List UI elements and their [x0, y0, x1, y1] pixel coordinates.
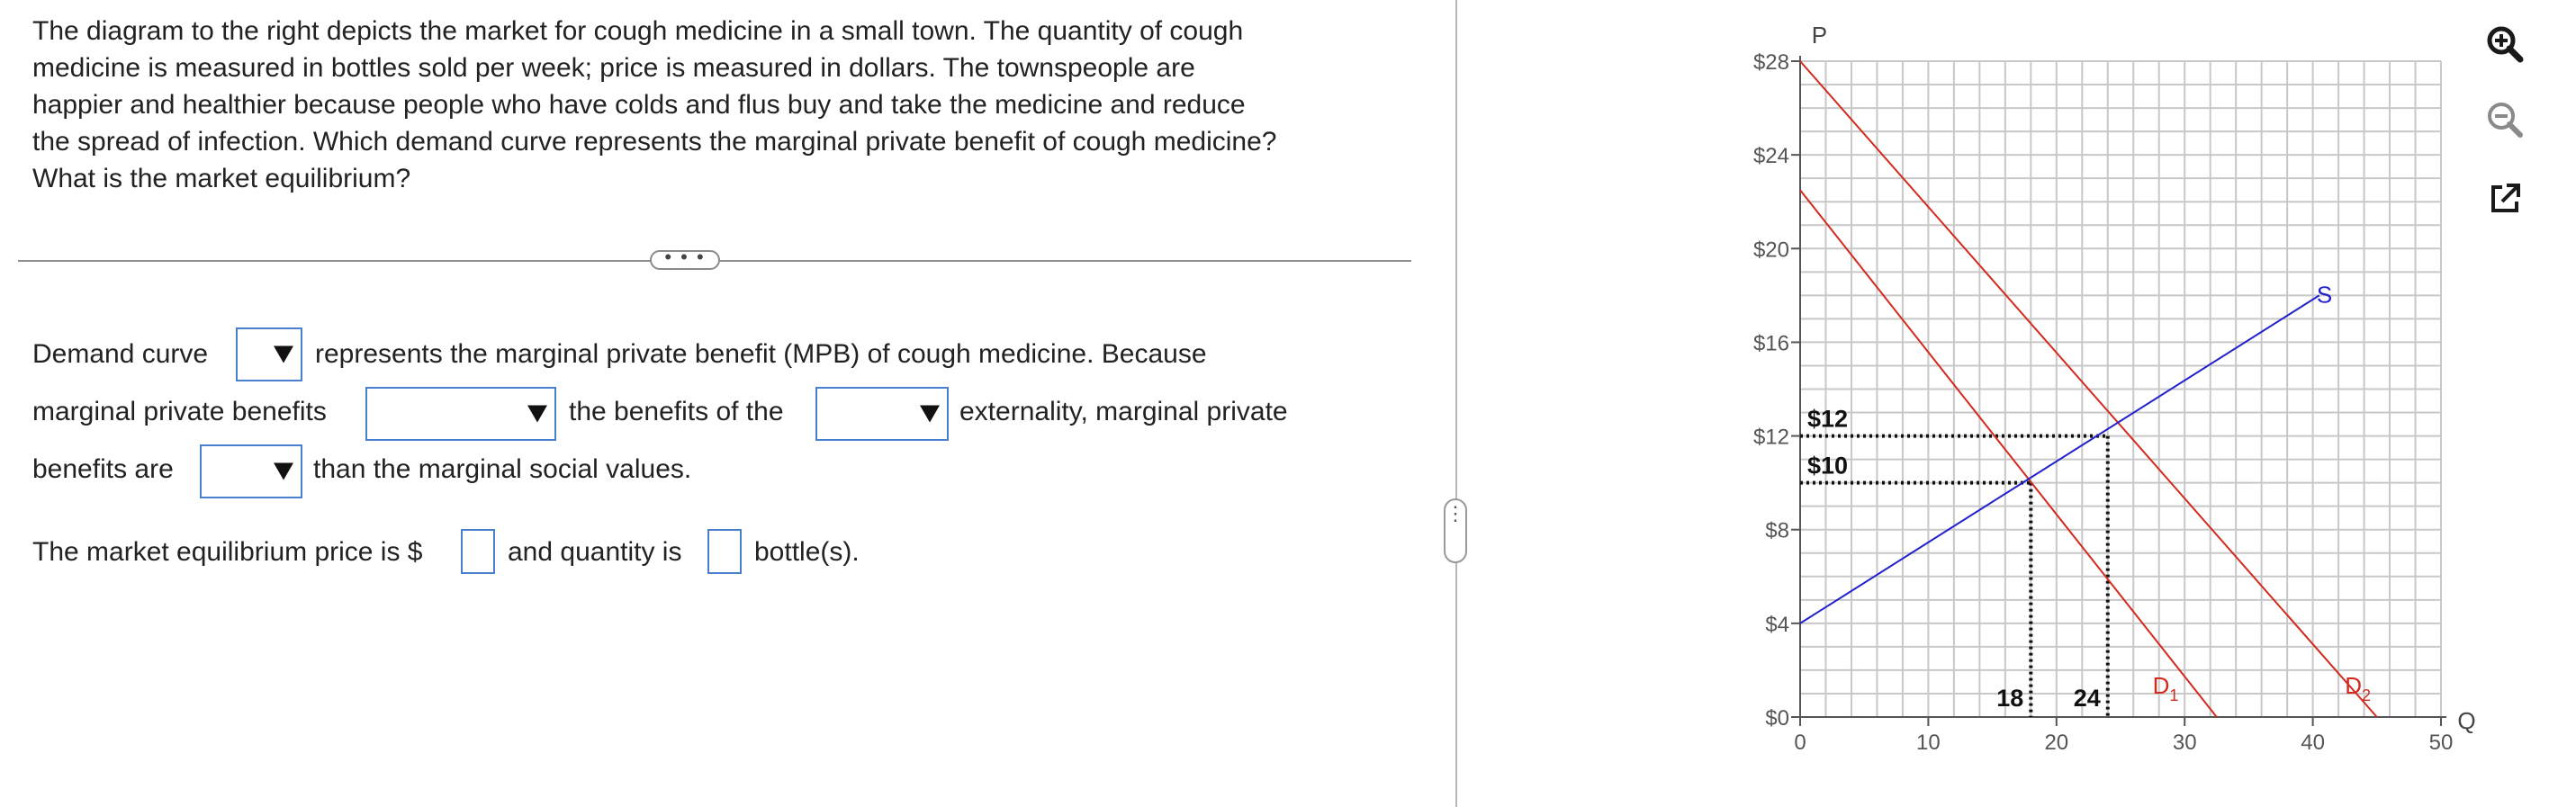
question-text: The diagram to the right depicts the mar…	[32, 13, 1419, 197]
zoom-out-icon	[2488, 103, 2523, 138]
answer-line4-prefix: The market equilibrium price is $	[32, 537, 423, 567]
mpb-comparison-dropdown[interactable]	[365, 387, 556, 441]
x-tick-label: 50	[2429, 731, 2454, 755]
external-link-icon	[2491, 184, 2520, 212]
y-tick-label: $28	[1753, 50, 1789, 75]
market-graph: $0 $4 $8 $12 $16 $20 $24 $28 0 10 20 30 40 50 P Q $12 24…	[1753, 22, 2476, 755]
x-axis-label: Q	[2457, 707, 2475, 734]
y-tick-label: $20	[1753, 238, 1789, 262]
question-pane: The diagram to the right depicts the mar…	[0, 0, 1449, 807]
quantity-guide-label: 24	[2074, 685, 2101, 712]
question-line: What is the market equilibrium?	[32, 164, 411, 193]
answer-line3-suffix: than the marginal social values.	[313, 454, 692, 484]
question-line: happier and healthier because people who…	[32, 90, 1246, 120]
graph-grid	[1799, 60, 2442, 718]
y-tick-label: $24	[1753, 144, 1789, 168]
y-axis-label: P	[1812, 22, 1827, 49]
y-tick-label: $4	[1765, 613, 1789, 637]
x-tick-label: 30	[2173, 731, 2197, 755]
curve-label-d2-subscript: 2	[2362, 686, 2371, 704]
x-tick-label: 10	[1916, 731, 1941, 755]
x-tick-label: 20	[2044, 731, 2068, 755]
externality-type-dropdown[interactable]	[815, 387, 949, 441]
divider-left	[18, 260, 651, 262]
curve-label-d1: D1	[2153, 672, 2179, 704]
answer-line2-middle: the benefits of the	[569, 397, 784, 426]
dropdown-arrow-icon	[274, 462, 293, 480]
zoom-out-button[interactable]	[2482, 97, 2527, 142]
price-guide-label: $12	[1807, 406, 1848, 433]
equilibrium-quantity-input[interactable]	[707, 529, 742, 574]
answer-line2-suffix: externality, marginal private	[959, 397, 1288, 426]
answer-line4-suffix: bottle(s).	[754, 537, 860, 567]
curve-label-d2: D2	[2345, 672, 2371, 704]
pane-splitter[interactable]	[1455, 0, 1457, 807]
answer-line3-prefix: benefits are	[32, 454, 174, 484]
greater-less-dropdown[interactable]	[200, 444, 302, 498]
y-tick-label: $12	[1753, 426, 1789, 450]
y-tick-label: $0	[1765, 706, 1789, 731]
curve-label-s: S	[2317, 281, 2332, 308]
answer-line2-prefix: marginal private benefits	[32, 397, 327, 426]
divider-right	[720, 260, 1411, 262]
y-tick-label: $8	[1765, 519, 1789, 543]
splitter-handle[interactable]: ⋮	[1444, 498, 1467, 563]
price-guide-label: $10	[1807, 453, 1848, 480]
equilibrium-price-input[interactable]	[461, 529, 495, 574]
question-line: The diagram to the right depicts the mar…	[32, 16, 1244, 46]
curve-label-d1-subscript: 1	[2169, 686, 2178, 704]
dropdown-arrow-icon	[527, 405, 547, 423]
popout-button[interactable]	[2482, 176, 2527, 221]
dropdown-arrow-icon	[920, 405, 940, 423]
x-tick-label: 0	[1794, 731, 1806, 755]
zoom-in-button[interactable]	[2482, 22, 2527, 67]
demand-curve-dropdown[interactable]	[236, 327, 302, 381]
question-line: medicine is measured in bottles sold per…	[32, 53, 1195, 83]
drag-dots-icon: ⋮	[1446, 502, 1465, 525]
curve-d1	[1799, 189, 2218, 718]
question-line: the spread of infection. Which demand cu…	[32, 127, 1277, 157]
zoom-in-icon	[2487, 26, 2524, 63]
quantity-guide-label: 18	[1996, 685, 2023, 712]
answer-line1-prefix: Demand curve	[32, 339, 209, 369]
show-more-button[interactable]: • • •	[650, 247, 720, 270]
x-tick-label: 40	[2301, 731, 2325, 755]
dropdown-arrow-icon	[274, 345, 293, 363]
y-tick-label: $16	[1753, 331, 1789, 355]
answer-line4-middle: and quantity is	[508, 537, 682, 567]
answer-line1-suffix: represents the marginal private benefit …	[315, 339, 1207, 369]
